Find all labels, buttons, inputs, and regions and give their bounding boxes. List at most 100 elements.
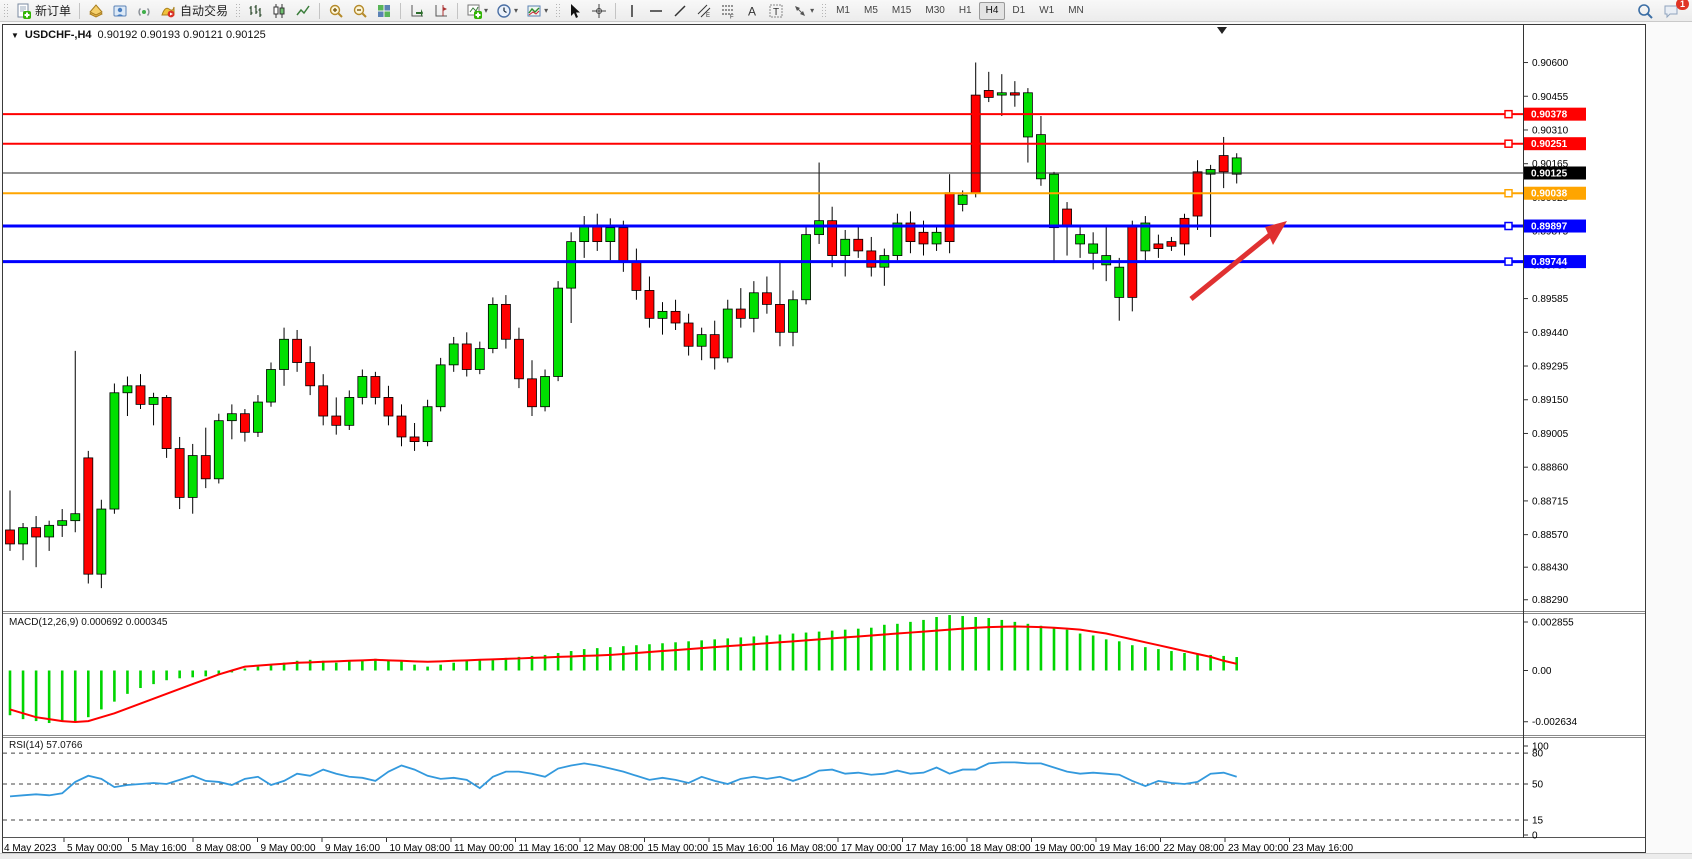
timeframe-m1-button[interactable]: M1	[829, 2, 857, 20]
timeframe-d1-button[interactable]: D1	[1005, 2, 1032, 20]
fibonacci-tool-button[interactable]: F	[716, 1, 740, 21]
svg-text:15: 15	[1532, 816, 1544, 827]
vertical-line-icon	[624, 3, 640, 19]
chart-canvas[interactable]: 0.906000.904550.903100.901650.900200.898…	[3, 25, 1645, 852]
profiles-button[interactable]	[84, 1, 108, 21]
timeframe-m15-button[interactable]: M15	[885, 2, 918, 20]
svg-text:0.89295: 0.89295	[1532, 362, 1569, 373]
svg-text:0.89744: 0.89744	[1531, 257, 1568, 268]
candlestick-mode-button[interactable]	[267, 1, 291, 21]
timeframe-m30-button[interactable]: M30	[918, 2, 951, 20]
zoom-in-button[interactable]	[324, 1, 348, 21]
svg-text:11 May 00:00: 11 May 00:00	[454, 843, 514, 852]
new-chart-button[interactable]: ▾	[462, 1, 492, 21]
text-tool-button[interactable]: A	[740, 1, 764, 21]
arrows-icon	[792, 3, 808, 19]
svg-text:0.00: 0.00	[1532, 666, 1552, 677]
svg-text:0.88290: 0.88290	[1532, 595, 1569, 606]
channel-tool-button[interactable]: E	[692, 1, 716, 21]
zoom-out-button[interactable]	[348, 1, 372, 21]
timeframe-h4-button[interactable]: H4	[979, 2, 1006, 20]
candlestick-series	[6, 63, 1242, 589]
search-button[interactable]	[1632, 1, 1658, 21]
rsi-level-lines	[3, 753, 1523, 820]
svg-text:22 May 08:00: 22 May 08:00	[1164, 843, 1225, 852]
timeframe-m5-button[interactable]: M5	[857, 2, 885, 20]
svg-text:0.90125: 0.90125	[1531, 169, 1568, 180]
svg-text:4 May 2023: 4 May 2023	[4, 843, 57, 852]
candlestick-icon	[271, 3, 287, 19]
dropdown-arrow-icon: ▾	[810, 6, 814, 15]
timeframe-w1-button[interactable]: W1	[1032, 2, 1061, 20]
trend-arrow-annotation[interactable]	[1191, 221, 1287, 299]
macd-indicator-label: MACD(12,26,9) 0.000692 0.000345	[9, 617, 167, 628]
notifications-button[interactable]: 1	[1658, 1, 1684, 21]
tile-windows-button[interactable]	[372, 1, 396, 21]
notification-badge: 1	[1676, 0, 1689, 10]
vertical-line-tool-button[interactable]	[620, 1, 644, 21]
periods-button[interactable]: ▾	[492, 1, 522, 21]
chart-window[interactable]: ▼ USDCHF-,H4 0.90192 0.90193 0.90121 0.9…	[2, 24, 1646, 853]
line-chart-icon	[295, 3, 311, 19]
svg-text:15 May 00:00: 15 May 00:00	[648, 843, 709, 852]
auto-scroll-button[interactable]	[405, 1, 429, 21]
chart-symbol-period: USDCHF-,H4	[25, 29, 92, 41]
toolbar-drag-handle	[555, 3, 560, 19]
line-chart-mode-button[interactable]	[291, 1, 315, 21]
crosshair-tool-button[interactable]	[587, 1, 611, 21]
svg-text:0.89150: 0.89150	[1532, 395, 1569, 406]
signals-button[interactable]	[132, 1, 156, 21]
crosshair-icon	[591, 3, 607, 19]
svg-text:0: 0	[1532, 831, 1538, 842]
bar-chart-icon	[247, 3, 263, 19]
status-strip	[0, 853, 1692, 859]
signals-icon	[136, 3, 152, 19]
text-label-icon: T	[768, 3, 784, 19]
svg-text:E: E	[706, 13, 710, 19]
new-chart-icon	[466, 3, 482, 19]
fibonacci-icon: F	[720, 3, 736, 19]
svg-text:0.88430: 0.88430	[1532, 563, 1569, 574]
new-order-label: 新订单	[35, 2, 71, 19]
chart-shift-button[interactable]	[429, 1, 453, 21]
new-order-button[interactable]: 新订单	[11, 1, 75, 21]
bar-chart-mode-button[interactable]	[243, 1, 267, 21]
charts-profile-icon	[88, 3, 104, 19]
arrows-tool-button[interactable]: ▾	[788, 1, 818, 21]
timeframe-mn-button[interactable]: MN	[1061, 2, 1091, 20]
text-label-tool-button[interactable]: T	[764, 1, 788, 21]
toolbar-drag-handle	[235, 3, 240, 19]
svg-text:19 May 00:00: 19 May 00:00	[1035, 843, 1096, 852]
terminal-button[interactable]	[108, 1, 132, 21]
toolbar-separator	[457, 3, 458, 19]
macd-histogram	[9, 615, 1238, 723]
collapse-triangle-icon: ▼	[11, 31, 19, 40]
toolbar-separator	[319, 3, 320, 19]
svg-text:8 May 08:00: 8 May 08:00	[196, 843, 251, 852]
svg-text:5 May 00:00: 5 May 00:00	[67, 843, 122, 852]
indicators-button[interactable]: ▾	[522, 1, 552, 21]
svg-text:80: 80	[1532, 749, 1544, 760]
horizontal-line-icon	[648, 3, 664, 19]
autotrading-label: 自动交易	[180, 2, 228, 19]
toolbar-drag-handle	[821, 3, 826, 19]
rsi-indicator-label: RSI(14) 57.0766	[9, 740, 82, 751]
timeframe-h1-button[interactable]: H1	[952, 2, 979, 20]
svg-text:18 May 08:00: 18 May 08:00	[970, 843, 1031, 852]
svg-text:17 May 16:00: 17 May 16:00	[906, 843, 967, 852]
rsi-line	[10, 762, 1237, 796]
chart-shift-icon	[433, 3, 449, 19]
toolbar-separator	[615, 3, 616, 19]
autotrading-button[interactable]: 自动交易	[156, 1, 232, 21]
terminal-icon	[112, 3, 128, 19]
svg-text:23 May 00:00: 23 May 00:00	[1228, 843, 1289, 852]
price-level-lines[interactable]	[3, 111, 1523, 265]
cursor-tool-button[interactable]	[563, 1, 587, 21]
svg-text:0.90378: 0.90378	[1531, 110, 1568, 121]
trendline-tool-button[interactable]	[668, 1, 692, 21]
horizontal-line-tool-button[interactable]	[644, 1, 668, 21]
time-axis: 4 May 20235 May 00:005 May 16:008 May 08…	[4, 838, 1354, 852]
clock-icon	[496, 3, 512, 19]
svg-text:11 May 16:00: 11 May 16:00	[519, 843, 579, 852]
svg-text:0.88860: 0.88860	[1532, 463, 1569, 474]
